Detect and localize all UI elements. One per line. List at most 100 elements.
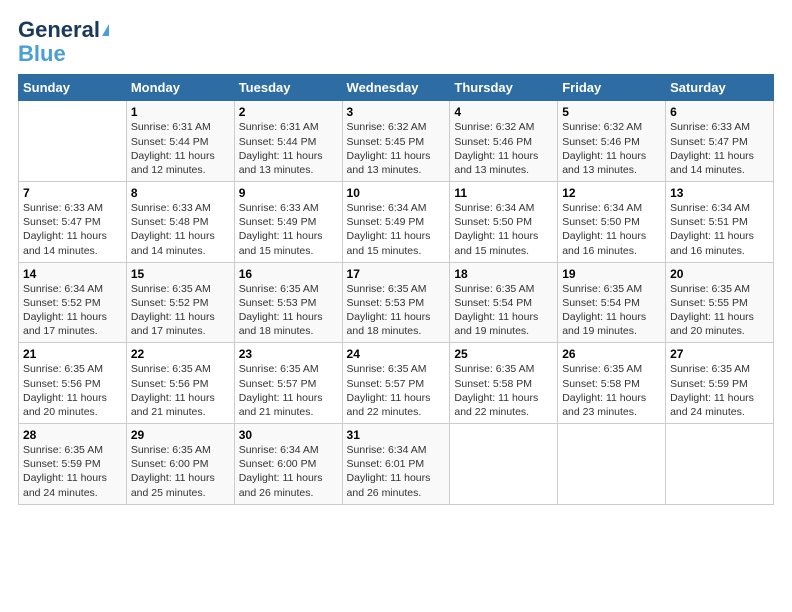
calendar-cell: 16 Sunrise: 6:35 AM Sunset: 5:53 PM Dayligh…	[234, 262, 342, 343]
cell-info: Daylight: 11 hours	[562, 392, 646, 404]
cell-info: Daylight: 11 hours	[562, 150, 646, 162]
logo-triangle-icon	[102, 24, 109, 36]
cell-info: and 13 minutes.	[454, 164, 529, 176]
cell-info: Daylight: 11 hours	[239, 392, 323, 404]
cell-info: Sunset: 5:57 PM	[347, 378, 425, 390]
day-header-thursday: Thursday	[450, 75, 558, 101]
cell-info: Sunrise: 6:35 AM	[562, 283, 642, 295]
cell-info: Sunset: 5:56 PM	[23, 378, 101, 390]
date-number: 27	[670, 347, 769, 361]
calendar-cell: 23Sunrise: 6:35 AMSunset: 5:57 PMDayligh…	[234, 343, 342, 424]
cell-info: Sunrise: 6:35 AM	[562, 363, 642, 375]
cell-info: Sunrise: 6:32 AM	[562, 121, 642, 133]
cell-info: and 12 minutes.	[131, 164, 206, 176]
header: General Blue	[18, 18, 774, 66]
cell-info: and 22 minutes.	[347, 406, 422, 418]
cell-info: Daylight: 11 hours	[347, 311, 431, 323]
cell-info: Sunrise: 6:35 AM	[347, 283, 427, 295]
calendar-cell: 14Sunrise: 6:34 AMSunset: 5:52 PMDayligh…	[19, 262, 127, 343]
day-header-friday: Friday	[558, 75, 666, 101]
cell-info: Sunset: 5:59 PM	[23, 458, 101, 470]
date-number: 20	[670, 267, 769, 281]
calendar-cell: 15Sunrise: 6:35 AMSunset: 5:52 PMDayligh…	[126, 262, 234, 343]
cell-info: Sunrise: 6:32 AM	[347, 121, 427, 133]
cell-info: Sunset: 5:49 PM	[347, 216, 425, 228]
calendar-cell: 30 Sunrise: 6:34 AM Sunset: 6:00 PM Dayligh…	[234, 424, 342, 505]
date-number: 12	[562, 186, 661, 200]
day-header-saturday: Saturday	[666, 75, 774, 101]
cell-info: Daylight: 11 hours	[454, 392, 538, 404]
date-number: 3	[347, 105, 446, 119]
cell-info: Daylight: 11 hours	[239, 230, 323, 242]
calendar-cell: 13Sunrise: 6:34 AMSunset: 5:51 PMDayligh…	[666, 182, 774, 263]
calendar-cell: 2Sunrise: 6:31 AMSunset: 5:44 PMDaylight…	[234, 101, 342, 182]
cell-info: Sunset: 5:56 PM	[131, 378, 209, 390]
date-number: 11	[454, 186, 553, 200]
calendar-cell: 9Sunrise: 6:33 AMSunset: 5:49 PMDaylight…	[234, 182, 342, 263]
cell-info: and 16 minutes.	[562, 245, 637, 257]
date-number: 26	[562, 347, 661, 361]
cell-info: Sunset: 5:53 PM	[347, 297, 425, 309]
date-number: 4	[454, 105, 553, 119]
calendar-cell: 11Sunrise: 6:34 AMSunset: 5:50 PMDayligh…	[450, 182, 558, 263]
date-number: 28	[23, 428, 122, 442]
cell-info: Sunrise: 6:35 AM	[23, 444, 103, 456]
calendar-cell: 20Sunrise: 6:35 AMSunset: 5:55 PMDayligh…	[666, 262, 774, 343]
cell-info: and 25 minutes.	[131, 487, 206, 499]
date-number: 2	[239, 105, 338, 119]
calendar-cell: 26 Sunrise: 6:35 AM Sunset: 5:58 PM Dayligh…	[558, 343, 666, 424]
calendar-cell: 6Sunrise: 6:33 AMSunset: 5:47 PMDaylight…	[666, 101, 774, 182]
cell-info: and 14 minutes.	[23, 245, 98, 257]
cell-info: Sunrise: 6:34 AM	[347, 202, 427, 214]
logo: General Blue	[18, 18, 109, 66]
cell-info: Sunset: 5:53 PM	[239, 297, 317, 309]
calendar-cell: 19Sunrise: 6:35 AMSunset: 5:54 PMDayligh…	[558, 262, 666, 343]
cell-info: Sunrise: 6:35 AM	[347, 363, 427, 375]
cell-info: Daylight: 11 hours	[131, 230, 215, 242]
cell-info: Daylight: 11 hours	[239, 472, 323, 484]
calendar-cell: 25Sunrise: 6:35 AMSunset: 5:58 PMDayligh…	[450, 343, 558, 424]
cell-info: Sunrise: 6:33 AM	[23, 202, 103, 214]
header-row: SundayMondayTuesdayWednesdayThursdayFrid…	[19, 75, 774, 101]
cell-info: Sunset: 5:44 PM	[239, 136, 317, 148]
cell-info: and 15 minutes.	[454, 245, 529, 257]
date-number: 5	[562, 105, 661, 119]
cell-info: and 23 minutes.	[562, 406, 637, 418]
cell-info: Sunrise: 6:33 AM	[131, 202, 211, 214]
cell-info: Sunrise: 6:34 AM	[23, 283, 103, 295]
cell-info: Daylight: 11 hours	[239, 311, 323, 323]
day-header-wednesday: Wednesday	[342, 75, 450, 101]
date-number: 16	[239, 267, 338, 281]
calendar-cell: 17Sunrise: 6:35 AMSunset: 5:53 PMDayligh…	[342, 262, 450, 343]
date-number: 30	[239, 428, 338, 442]
calendar-cell: 1Sunrise: 6:31 AMSunset: 5:44 PMDaylight…	[126, 101, 234, 182]
cell-info: Sunset: 5:58 PM	[562, 378, 640, 390]
date-number: 14	[23, 267, 122, 281]
calendar-cell: 7Sunrise: 6:33 AMSunset: 5:47 PMDaylight…	[19, 182, 127, 263]
calendar-table: SundayMondayTuesdayWednesdayThursdayFrid…	[18, 74, 774, 504]
cell-info: and 20 minutes.	[23, 406, 98, 418]
cell-info: Sunrise: 6:34 AM	[239, 444, 319, 456]
cell-info: and 18 minutes.	[347, 325, 422, 337]
cell-info: Sunset: 5:46 PM	[562, 136, 640, 148]
date-number: 22	[131, 347, 230, 361]
cell-info: and 24 minutes.	[23, 487, 98, 499]
cell-info: Daylight: 11 hours	[670, 311, 754, 323]
cell-info: Sunset: 5:50 PM	[562, 216, 640, 228]
date-number: 29	[131, 428, 230, 442]
calendar-cell: 3Sunrise: 6:32 AMSunset: 5:45 PMDaylight…	[342, 101, 450, 182]
week-row-3: 14Sunrise: 6:34 AMSunset: 5:52 PMDayligh…	[19, 262, 774, 343]
calendar-cell	[666, 424, 774, 505]
cell-info: Sunrise: 6:35 AM	[239, 283, 319, 295]
cell-info: and 17 minutes.	[23, 325, 98, 337]
cell-info: and 14 minutes.	[131, 245, 206, 257]
date-number: 7	[23, 186, 122, 200]
cell-info: Sunrise: 6:33 AM	[239, 202, 319, 214]
cell-info: Sunset: 6:00 PM	[239, 458, 317, 470]
day-header-monday: Monday	[126, 75, 234, 101]
cell-info: Sunset: 5:59 PM	[670, 378, 748, 390]
cell-info: and 26 minutes.	[239, 487, 314, 499]
calendar-cell	[558, 424, 666, 505]
cell-info: and 14 minutes.	[670, 164, 745, 176]
cell-info: Daylight: 11 hours	[670, 150, 754, 162]
